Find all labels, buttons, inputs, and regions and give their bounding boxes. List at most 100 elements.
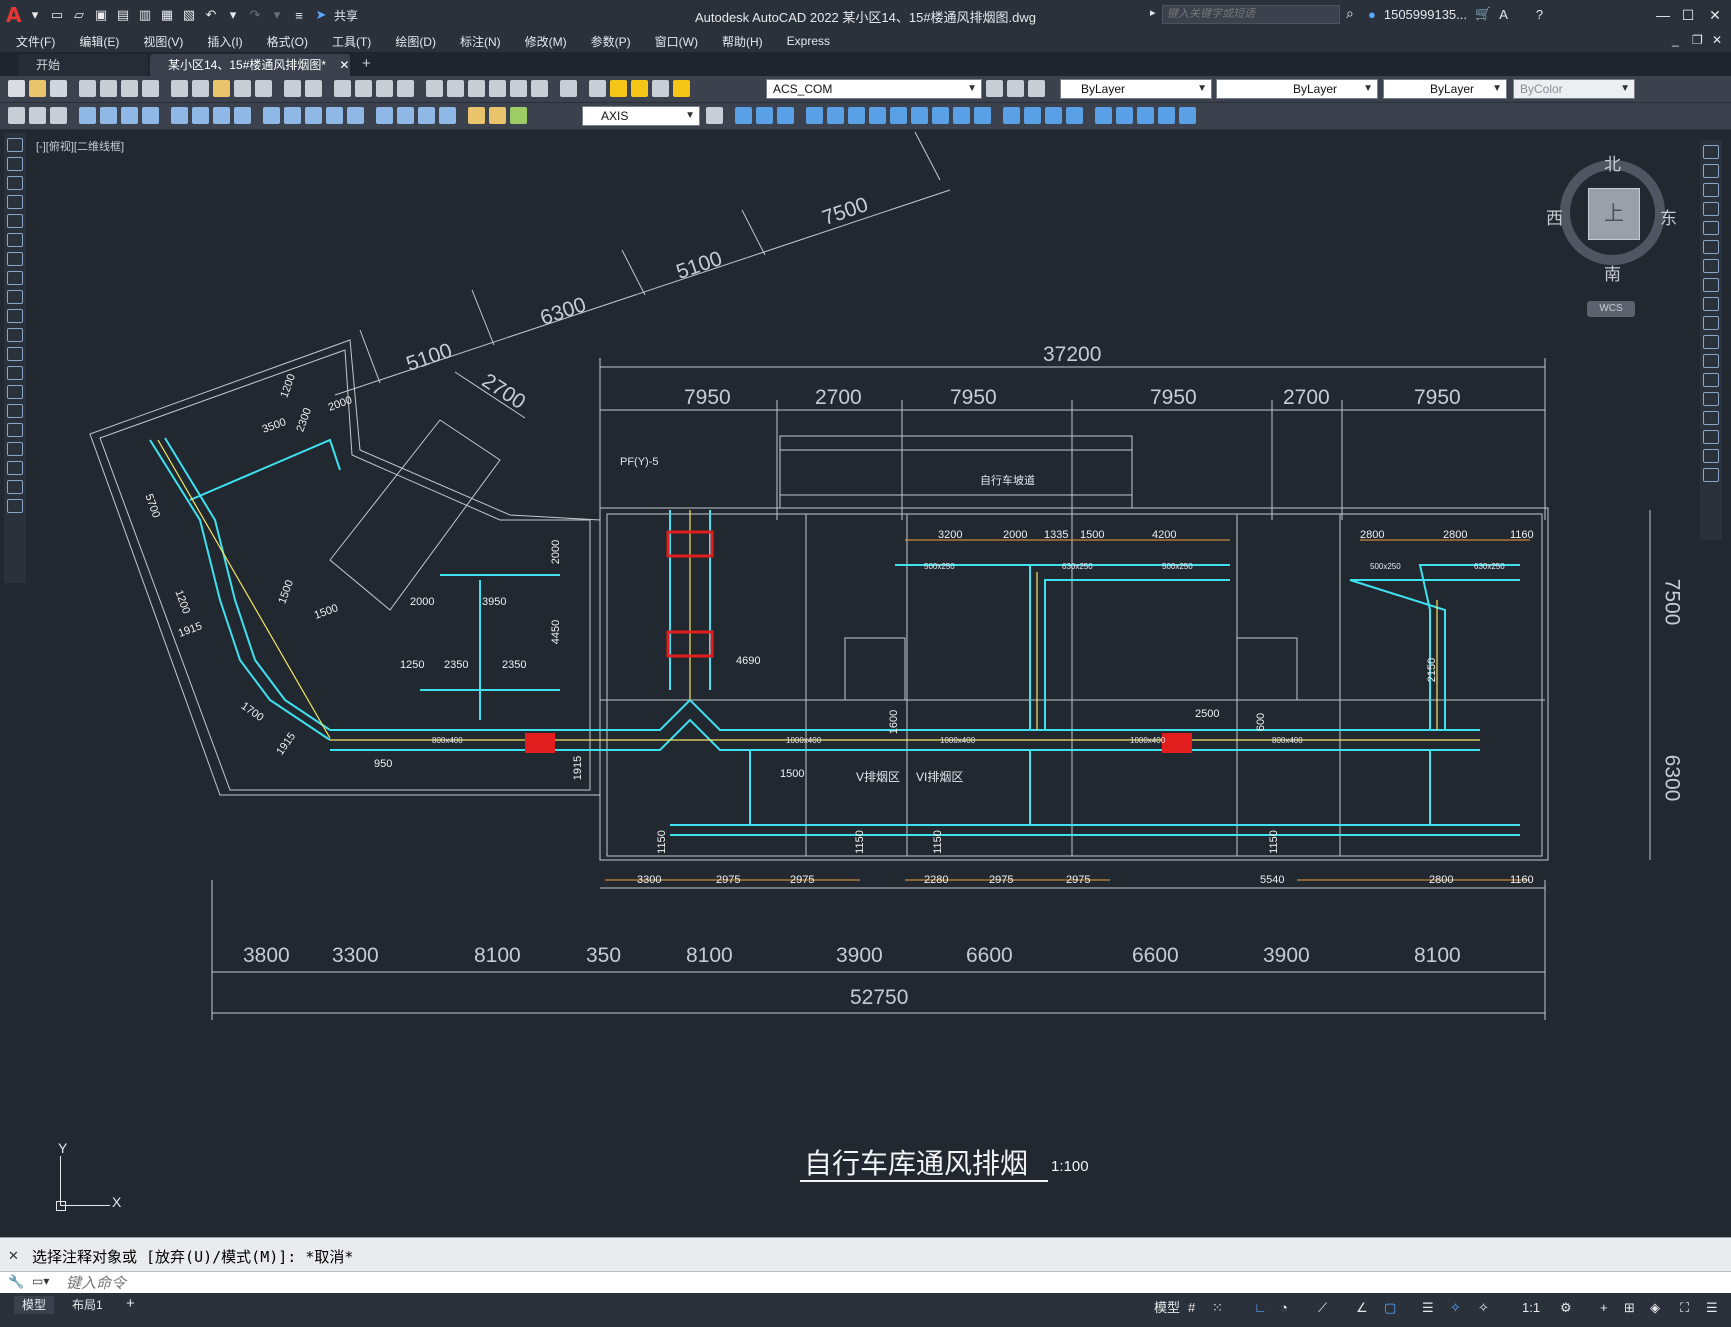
- menu-draw[interactable]: 绘图(D): [395, 33, 436, 50]
- jogged-linear-icon[interactable]: [439, 107, 456, 124]
- drawing-viewport[interactable]: [26, 130, 1696, 1237]
- ellipse-arc-icon[interactable]: [7, 328, 23, 342]
- layer-previous-icon[interactable]: [1007, 80, 1024, 97]
- calculator-icon[interactable]: [531, 80, 548, 97]
- dim-update-icon[interactable]: [510, 107, 527, 124]
- revcloud-icon[interactable]: [7, 271, 23, 285]
- layer-properties-icon[interactable]: [589, 80, 606, 97]
- add-icon[interactable]: +: [1600, 1297, 1608, 1319]
- space-dim-icon[interactable]: [326, 107, 343, 124]
- angular-dim-icon[interactable]: [234, 107, 251, 124]
- quick-dim-icon[interactable]: [263, 107, 280, 124]
- close-icon[interactable]: ✕: [1702, 5, 1728, 25]
- ortho-icon[interactable]: ∟: [1254, 1297, 1267, 1319]
- compass-south[interactable]: 南: [1604, 260, 1621, 285]
- modify-icon-10[interactable]: [1003, 107, 1020, 124]
- osnap-track-icon[interactable]: ∠: [1356, 1297, 1368, 1319]
- freeze-icon[interactable]: [652, 80, 669, 97]
- modify-icon-13[interactable]: [1066, 107, 1083, 124]
- units-icon[interactable]: ⊞: [1624, 1297, 1635, 1319]
- lineweight-icon[interactable]: ☰: [1422, 1297, 1434, 1319]
- dim-text-edit-icon[interactable]: [489, 107, 506, 124]
- modify-icon-7[interactable]: [932, 107, 949, 124]
- region-icon[interactable]: [7, 442, 23, 456]
- snap-icon[interactable]: ⁙: [1212, 1297, 1223, 1319]
- copy-object-icon[interactable]: [1703, 164, 1719, 178]
- modify-icon-8[interactable]: [953, 107, 970, 124]
- viewcube-face[interactable]: 上: [1588, 188, 1640, 240]
- undo-icon[interactable]: ↶: [202, 6, 220, 24]
- redo-toolbar-icon[interactable]: [305, 80, 322, 97]
- undo-toolbar-icon[interactable]: [284, 80, 301, 97]
- circle-icon[interactable]: [7, 252, 23, 266]
- break-dim-icon[interactable]: [347, 107, 364, 124]
- continue-dim-icon[interactable]: [305, 107, 322, 124]
- modify-icon-17[interactable]: [1158, 107, 1175, 124]
- sheetset-icon[interactable]: [489, 80, 506, 97]
- zoom-previous-icon[interactable]: [397, 80, 414, 97]
- 3d-icon-3[interactable]: [777, 107, 794, 124]
- qnew-icon[interactable]: [8, 80, 25, 97]
- menu-modify[interactable]: 修改(M): [525, 33, 567, 50]
- polygon-icon[interactable]: [7, 195, 23, 209]
- save-toolbar-icon[interactable]: [50, 80, 67, 97]
- modify-icon-14[interactable]: [1095, 107, 1112, 124]
- modify-icon-4[interactable]: [869, 107, 886, 124]
- make-current-icon[interactable]: [986, 80, 1003, 97]
- isodraft-icon[interactable]: ⟋: [1318, 1297, 1327, 1319]
- save-as-icon[interactable]: ▤: [114, 6, 132, 24]
- fullscreen-icon[interactable]: ⛶: [1680, 1297, 1689, 1319]
- dim-edit-icon[interactable]: [468, 107, 485, 124]
- break-icon[interactable]: [1703, 373, 1719, 387]
- blend-icon[interactable]: [1703, 449, 1719, 463]
- modify-icon-3[interactable]: [848, 107, 865, 124]
- menu-format[interactable]: 格式(O): [267, 33, 308, 50]
- gradient-icon[interactable]: [7, 423, 23, 437]
- array-icon[interactable]: [1703, 221, 1719, 235]
- modify-icon-11[interactable]: [1024, 107, 1041, 124]
- dimstyle-icon[interactable]: [706, 107, 723, 124]
- erase-icon[interactable]: [1703, 145, 1719, 159]
- dimstyle-dropdown[interactable]: AXIS ▼: [582, 106, 700, 126]
- linetype-dropdown[interactable]: ByLayer ▼: [1216, 79, 1378, 99]
- ordinate-dim-icon[interactable]: [142, 107, 159, 124]
- menu-insert[interactable]: 插入(I): [207, 33, 242, 50]
- paste-icon[interactable]: [213, 80, 230, 97]
- blockeditor-icon[interactable]: [255, 80, 272, 97]
- polyline-icon[interactable]: [7, 176, 23, 190]
- zoom-realtime-icon[interactable]: [355, 80, 372, 97]
- annotation-visibility-icon[interactable]: ✧: [1450, 1297, 1461, 1319]
- 3d-icon-2[interactable]: [756, 107, 773, 124]
- 3dprint-icon[interactable]: [142, 80, 159, 97]
- modify-icon-12[interactable]: [1045, 107, 1062, 124]
- stretch-icon[interactable]: [1703, 297, 1719, 311]
- save-icon[interactable]: ▣: [92, 6, 110, 24]
- aligned-dim-icon[interactable]: [100, 107, 117, 124]
- help-icon[interactable]: ?: [1536, 7, 1543, 22]
- toolpalettes-icon[interactable]: [468, 80, 485, 97]
- share-label[interactable]: 共享: [334, 7, 358, 24]
- arc-icon[interactable]: [7, 233, 23, 247]
- publish-icon[interactable]: [121, 80, 138, 97]
- compass-east[interactable]: 东: [1660, 204, 1677, 229]
- dim-icon-3[interactable]: [50, 107, 67, 124]
- properties-icon[interactable]: [426, 80, 443, 97]
- insert-block-icon[interactable]: [7, 347, 23, 361]
- grid-icon[interactable]: #: [1188, 1297, 1195, 1319]
- menu-view[interactable]: 视图(V): [143, 33, 183, 50]
- user-icon[interactable]: ●: [1368, 7, 1376, 22]
- plot-toolbar-icon[interactable]: [79, 80, 96, 97]
- zoom-window-icon[interactable]: [376, 80, 393, 97]
- join-icon[interactable]: [1703, 392, 1719, 406]
- tab-drawing[interactable]: 某小区14、15#楼通风排烟图* ✕: [150, 54, 350, 76]
- redo-dropdown-icon[interactable]: ▾: [268, 6, 286, 24]
- menu-express[interactable]: Express: [787, 34, 830, 48]
- menu-help[interactable]: 帮助(H): [722, 33, 763, 50]
- lineweight-dropdown[interactable]: ByLayer ▼: [1383, 79, 1507, 99]
- table-icon[interactable]: [7, 461, 23, 475]
- customize-status-icon[interactable]: ☰: [1706, 1297, 1718, 1319]
- isolate-icon[interactable]: ◈: [1650, 1297, 1660, 1319]
- tab-close-icon[interactable]: ✕: [339, 58, 349, 72]
- hatch-icon[interactable]: [7, 404, 23, 418]
- web-open-icon[interactable]: ▥: [136, 6, 154, 24]
